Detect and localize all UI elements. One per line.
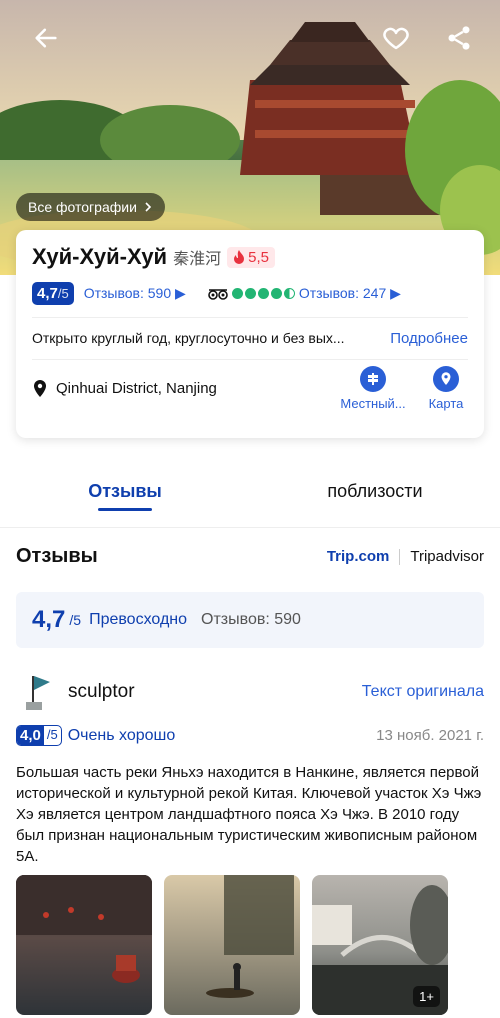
play-right-icon: ▶ [390, 285, 401, 301]
location-pin-icon [34, 379, 46, 397]
review-photo[interactable] [16, 875, 152, 1015]
flame-icon [234, 250, 245, 264]
review-score-badge: 4,0 /5 [16, 725, 62, 746]
favorite-button[interactable] [378, 20, 414, 56]
review-author-row: sculptor Текст оригинала [16, 672, 484, 712]
more-photos-badge[interactable]: 1+ [413, 986, 440, 1007]
attraction-info-card: Хуй-Хуй-Хуй 秦淮河 5,5 4,7/5 Отзывов: 590 ▶… [16, 230, 484, 438]
tripadvisor-owl-icon [208, 288, 228, 300]
map-pin-icon [433, 366, 459, 392]
share-icon [448, 26, 470, 50]
all-photos-label: Все фотографии [28, 199, 137, 215]
hot-score-value: 5,5 [248, 248, 269, 266]
bubble-full [257, 288, 269, 299]
content-tabs: Отзывы поблизости [0, 456, 500, 528]
review-score-label: Очень хорошо [67, 726, 176, 744]
review-score-max: /5 [46, 727, 58, 742]
summary-score-max: /5 [69, 612, 82, 628]
review-summary: 4,7 /5 Превосходно Отзывов: 590 [16, 592, 484, 648]
source-trip[interactable]: Trip.com [327, 548, 390, 565]
summary-score: 4,7 [32, 606, 66, 633]
divider [32, 359, 468, 360]
more-details-link[interactable]: Подробнее [390, 330, 468, 347]
back-button[interactable] [28, 20, 64, 56]
review-photo[interactable] [164, 875, 300, 1015]
all-photos-button[interactable]: Все фотографии [16, 193, 165, 221]
signpost-icon [360, 366, 386, 392]
location-row[interactable]: Qinhuai District, Nanjing [32, 379, 217, 398]
hot-score-badge: 5,5 [227, 246, 275, 268]
trip-reviews-count: Отзывов: 590 [83, 285, 172, 301]
bubble-full [244, 288, 256, 299]
map-button[interactable]: Карта [424, 366, 468, 411]
tripadvisor-reviews-link[interactable]: Отзывов: 247 ▶ [299, 285, 401, 302]
photo-image [206, 875, 294, 998]
summary-count: Отзывов: 590 [201, 611, 301, 628]
trip-reviews-link[interactable]: Отзывов: 590 ▶ [84, 285, 186, 302]
photo-image [16, 875, 152, 983]
chevron-right-icon [145, 202, 152, 212]
play-right-icon: ▶ [175, 285, 186, 301]
review-source-switch: Trip.com Tripadvisor [327, 548, 484, 565]
divider [399, 548, 401, 565]
trip-score-max: /5 [57, 286, 69, 301]
summary-label: Превосходно [89, 611, 188, 628]
map-label: Карта [428, 396, 464, 411]
local-transport-button[interactable]: Местный... [336, 366, 410, 411]
attraction-title: Хуй-Хуй-Хуй [32, 244, 168, 269]
bubble-full [270, 288, 282, 299]
attraction-title-cn: 秦淮河 [173, 249, 222, 268]
review-text: Большая часть реки Яньхэ находится в Нан… [16, 764, 482, 865]
tripadvisor-bubbles [231, 288, 295, 299]
review-photos: 1+ [16, 875, 484, 1015]
tab-nearby[interactable]: поблизости [250, 456, 500, 527]
hours-row[interactable]: Открыто круглый год, круглосуточно и без… [32, 330, 468, 347]
original-text-link[interactable]: Текст оригинала [362, 683, 484, 701]
bubble-full [231, 288, 243, 299]
review-author[interactable]: sculptor [68, 681, 135, 703]
trip-score-value: 4,7 [37, 285, 58, 302]
review-score: 4,0 [17, 726, 44, 745]
reviews-heading: Отзывы [16, 545, 98, 567]
location-text: Qinhuai District, Nanjing [56, 380, 217, 397]
trip-score-badge: 4,7/5 [32, 282, 74, 305]
review-photo[interactable]: 1+ [312, 875, 448, 1015]
heart-icon [383, 27, 409, 50]
local-transport-label: Местный... [340, 396, 406, 411]
avatar[interactable] [16, 672, 56, 712]
tab-reviews[interactable]: Отзывы [0, 456, 250, 527]
source-tripadvisor[interactable]: Tripadvisor [410, 548, 484, 565]
opening-hours: Открыто круглый год, круглосуточно и без… [32, 330, 345, 346]
divider [32, 317, 468, 318]
share-button[interactable] [441, 20, 477, 56]
ta-reviews-count: Отзывов: 247 [298, 285, 387, 301]
bubble-half [283, 288, 295, 299]
review-date: 13 нояб. 2021 г. [376, 727, 484, 744]
arrow-left-icon [35, 28, 57, 48]
